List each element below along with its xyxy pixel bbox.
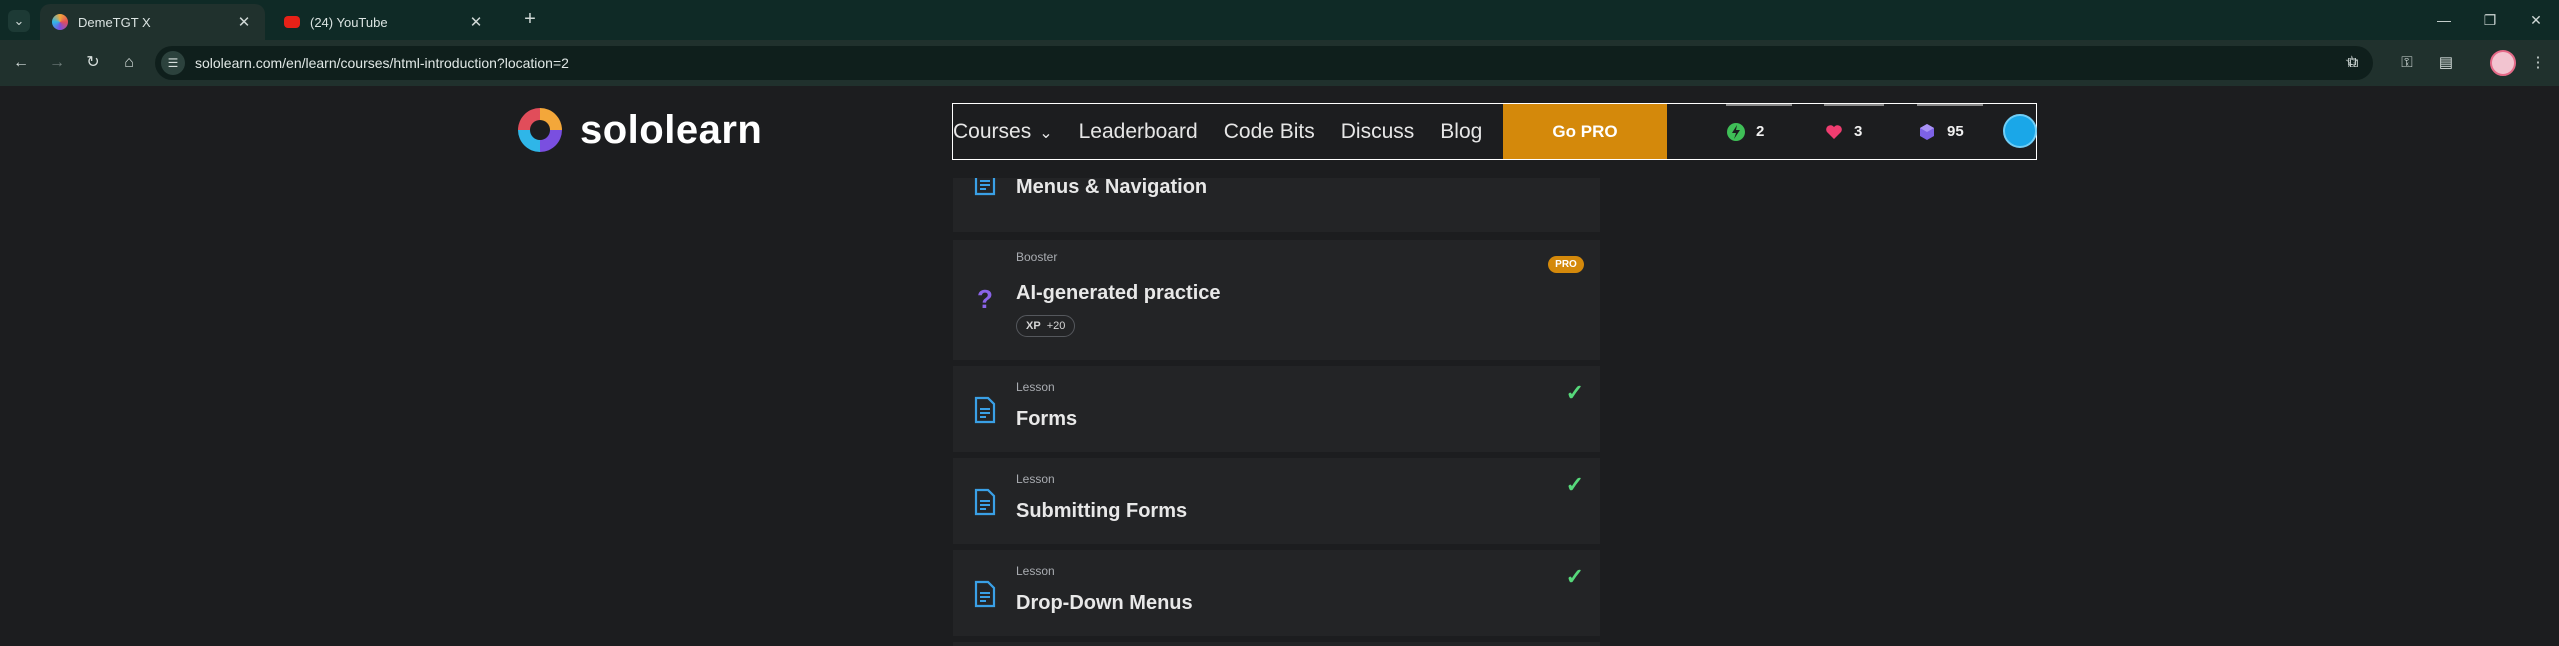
lesson-doc-icon <box>974 396 996 424</box>
close-window-button[interactable]: ✕ <box>2513 8 2559 32</box>
back-arrow-icon[interactable]: ← <box>10 52 32 74</box>
forward-arrow-icon[interactable]: → <box>46 52 68 74</box>
home-icon[interactable]: ⌂ <box>118 52 140 74</box>
address-bar[interactable]: ☰ sololearn.com/en/learn/courses/html-in… <box>155 46 2373 80</box>
close-tab-icon[interactable]: ✕ <box>467 13 485 31</box>
lesson-title: Submitting Forms <box>1016 500 1188 522</box>
profile-avatar[interactable] <box>2490 50 2516 76</box>
gems-count: 95 <box>1947 123 1964 140</box>
extensions-icon[interactable]: ⧉ <box>2341 52 2365 74</box>
stat-divider <box>1726 104 1792 106</box>
close-tab-icon[interactable]: ✕ <box>235 13 253 31</box>
lesson-doc-icon <box>974 488 996 516</box>
logo-wordmark: sololearn <box>580 107 763 152</box>
go-pro-button[interactable]: Go PRO <box>1503 104 1667 159</box>
pro-badge: PRO <box>1548 256 1584 273</box>
site-info-icon[interactable]: ☰ <box>161 51 185 75</box>
hearts-count: 3 <box>1854 123 1863 140</box>
lesson-title: Menus & Navigation <box>1016 176 1208 198</box>
lesson-doc-icon <box>974 580 996 608</box>
nav-courses-label: Courses <box>953 119 1032 143</box>
stat-divider <box>1824 104 1884 106</box>
tab-youtube[interactable]: (24) YouTube ✕ <box>272 4 497 40</box>
heart-icon <box>1826 124 1842 139</box>
restore-button[interactable]: ❐ <box>2467 8 2513 32</box>
stat-divider <box>1917 104 1983 106</box>
user-avatar[interactable] <box>2003 114 2037 148</box>
lesson-kind: Lesson <box>1016 472 1055 486</box>
question-mark-icon: ? <box>977 284 993 312</box>
lesson-card-ai-practice[interactable]: ? Booster AI-generated practice PRO XP +2… <box>953 240 1600 360</box>
nav-blog[interactable]: Blog <box>1440 120 1482 144</box>
sololearn-favicon-icon <box>52 14 68 30</box>
xp-badge: XP +20 <box>1016 315 1076 337</box>
more-menu-icon[interactable]: ⋮ <box>2526 52 2550 74</box>
lesson-title: AI-generated practice <box>1016 282 1221 304</box>
lesson-card-forms[interactable]: Lesson Forms ✓ <box>953 366 1600 452</box>
tab-title: DemeTGT X <box>78 14 151 30</box>
lesson-kind: Booster <box>1016 250 1058 264</box>
nav-discuss[interactable]: Discuss <box>1341 120 1415 144</box>
xp-label: XP <box>1026 320 1041 332</box>
gem-cube-icon <box>1920 123 1934 140</box>
xp-value: +20 <box>1046 320 1066 332</box>
nav-courses[interactable]: Courses ⌄ <box>953 120 1053 144</box>
completed-check-icon: ✓ <box>1565 472 1584 497</box>
tab-search-button[interactable]: ⌄ <box>8 10 30 32</box>
nav-code-bits[interactable]: Code Bits <box>1224 120 1315 144</box>
reading-mode-icon[interactable]: ▤ <box>2434 52 2458 74</box>
completed-check-icon: ✓ <box>1565 380 1584 405</box>
svg-text:?: ? <box>977 284 993 312</box>
lesson-card-submitting-forms[interactable]: Lesson Submitting Forms ✓ <box>953 458 1600 544</box>
lesson-title: Drop-Down Menus <box>1016 592 1193 614</box>
tab-demetgt[interactable]: DemeTGT X ✕ <box>40 4 265 40</box>
gems-stat[interactable]: 95 <box>1917 104 1983 159</box>
completed-check-icon: ✓ <box>1565 564 1584 589</box>
lesson-title: Forms <box>1016 408 1078 430</box>
browser-toolbar: ← → ↻ ⌂ ☰ sololearn.com/en/learn/courses… <box>0 40 2559 86</box>
sololearn-logo-icon <box>518 108 562 152</box>
new-tab-button[interactable]: + <box>518 8 542 32</box>
tab-title: (24) YouTube <box>310 14 388 30</box>
lesson-kind: Lesson <box>1016 380 1055 394</box>
youtube-favicon-icon <box>284 16 300 28</box>
lesson-kind: Lesson <box>1016 564 1055 578</box>
nav-leaderboard[interactable]: Leaderboard <box>1079 120 1198 144</box>
passwords-key-icon[interactable]: ⚿ <box>2395 52 2419 74</box>
streak-count: 2 <box>1756 123 1765 140</box>
sololearn-logo[interactable]: sololearn <box>514 104 762 156</box>
page-content: Menus & Navigation ✓ ? Booster AI-genera… <box>0 86 2559 646</box>
main-nav: Courses ⌄ Leaderboard Code Bits Discuss B… <box>952 103 2037 160</box>
lesson-card-next[interactable] <box>953 642 1600 646</box>
site-header: sololearn Courses ⌄ Leaderboard Code Bits… <box>0 86 2559 178</box>
browser-tab-bar: ⌄ DemeTGT X ✕ (24) YouTube ✕ + — ❐ ✕ <box>0 0 2559 40</box>
reload-icon[interactable]: ↻ <box>82 52 104 74</box>
lesson-card-drop-down-menus[interactable]: Lesson Drop-Down Menus ✓ <box>953 550 1600 636</box>
streak-bolt-icon <box>1727 122 1745 141</box>
streak-stat[interactable]: 2 <box>1726 104 1792 159</box>
url-text[interactable]: sololearn.com/en/learn/courses/html-intr… <box>195 55 569 71</box>
minimize-button[interactable]: — <box>2421 8 2467 32</box>
chevron-down-icon: ⌄ <box>1039 124 1053 142</box>
hearts-stat[interactable]: 3 <box>1824 104 1884 159</box>
